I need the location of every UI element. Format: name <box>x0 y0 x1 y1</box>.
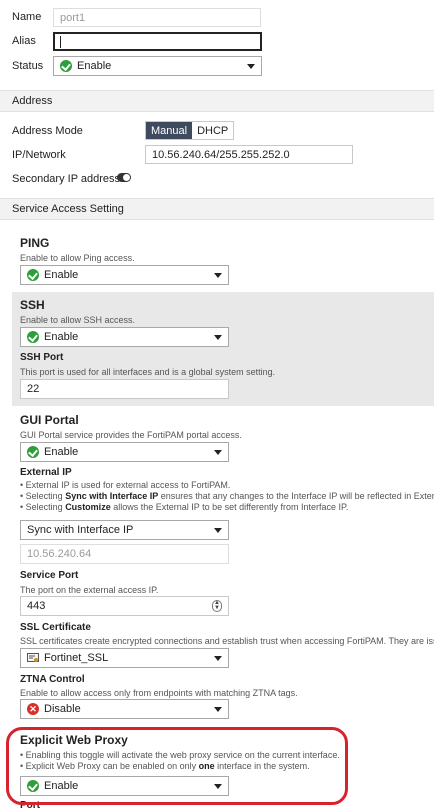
gui-portal-description: GUI Portal service provides the FortiPAM… <box>20 430 242 440</box>
external-ip-mode-select[interactable]: Sync with Interface IP <box>20 520 229 540</box>
alias-label: Alias <box>12 35 36 47</box>
service-port-description: The port on the external access IP. <box>20 585 159 595</box>
ssl-certificate-value: Fortinet_SSL <box>44 652 109 664</box>
check-circle-icon <box>60 60 72 72</box>
chevron-down-icon <box>214 706 222 712</box>
gui-portal-select[interactable]: Enable <box>20 442 229 462</box>
highlight-annotation <box>6 727 348 805</box>
address-section-title: Address <box>12 95 53 107</box>
status-select[interactable]: Enable <box>53 56 262 76</box>
external-ip-mode-value: Sync with Interface IP <box>27 524 134 536</box>
chevron-down-icon <box>214 334 222 340</box>
external-ip-title: External IP <box>20 467 72 478</box>
chevron-down-icon <box>214 655 222 661</box>
alias-input[interactable] <box>53 32 262 51</box>
service-port-value: 443 <box>27 600 46 612</box>
chevron-down-icon <box>214 527 222 533</box>
external-ip-bullet-3: Selecting Customize allows the External … <box>20 502 434 513</box>
check-circle-icon <box>27 331 39 343</box>
secondary-ip-label: Secondary IP address <box>12 173 121 185</box>
address-mode-manual[interactable]: Manual <box>146 122 193 139</box>
ping-title: PING <box>20 236 50 250</box>
address-mode-label: Address Mode <box>12 125 83 137</box>
gui-portal-title: GUI Portal <box>20 413 79 427</box>
check-circle-icon <box>27 446 39 458</box>
ztna-control-title: ZTNA Control <box>20 674 85 685</box>
text-caret <box>60 35 61 48</box>
external-ip-bullets: External IP is used for external access … <box>20 480 434 513</box>
ssh-select[interactable]: Enable <box>20 327 229 347</box>
address-section-header: Address <box>0 90 434 112</box>
check-circle-icon <box>27 269 39 281</box>
service-port-input[interactable]: 443 ▲ ▼ <box>20 596 229 616</box>
external-ip-input: 10.56.240.64 <box>20 544 229 564</box>
ssh-port-input[interactable]: 22 <box>20 379 229 399</box>
ztna-control-select[interactable]: ✕ Disable <box>20 699 229 719</box>
ssh-port-description: This port is used for all interfaces and… <box>20 367 276 377</box>
ssl-certificate-select[interactable]: Fortinet_SSL <box>20 648 229 668</box>
address-mode-dhcp[interactable]: DHCP <box>192 122 234 139</box>
name-field: port1 <box>53 8 261 27</box>
chevron-down-icon <box>247 63 255 69</box>
ztna-control-value: Disable <box>44 703 81 715</box>
spinner-icon[interactable]: ▲ ▼ <box>212 600 222 612</box>
address-mode-toggle[interactable]: Manual DHCP <box>145 121 235 140</box>
chevron-down-icon <box>214 272 222 278</box>
service-section-header: Service Access Setting <box>0 198 434 220</box>
external-ip-bullet-2: Selecting Sync with Interface IP ensures… <box>20 491 434 502</box>
name-value: port1 <box>60 11 86 24</box>
ssh-description: Enable to allow SSH access. <box>20 315 136 325</box>
ping-description: Enable to allow Ping access. <box>20 253 135 263</box>
ssl-certificate-description: SSL certificates create encrypted connec… <box>20 636 434 646</box>
ping-value: Enable <box>44 269 79 281</box>
ip-network-input[interactable]: 10.56.240.64/255.255.252.0 <box>145 145 353 164</box>
ssh-title: SSH <box>20 298 45 312</box>
status-label: Status <box>12 60 44 72</box>
ssh-port-value: 22 <box>27 383 40 395</box>
secondary-ip-toggle[interactable] <box>117 173 131 182</box>
ztna-control-description: Enable to allow access only from endpoin… <box>20 688 298 698</box>
ssl-certificate-title: SSL Certificate <box>20 622 91 633</box>
ip-network-value: 10.56.240.64/255.255.252.0 <box>152 148 290 161</box>
status-value: Enable <box>77 60 112 72</box>
name-label: Name <box>12 11 42 23</box>
gui-portal-value: Enable <box>44 446 79 458</box>
service-port-title: Service Port <box>20 570 79 581</box>
x-circle-icon: ✕ <box>27 703 39 715</box>
service-section-title: Service Access Setting <box>12 203 124 215</box>
ssh-port-title: SSH Port <box>20 352 64 363</box>
certificate-icon <box>27 652 39 662</box>
chevron-down-icon <box>214 449 222 455</box>
external-ip-bullet-1: External IP is used for external access … <box>20 480 434 491</box>
ssh-value: Enable <box>44 331 79 343</box>
ip-network-label: IP/Network <box>12 149 66 161</box>
ping-select[interactable]: Enable <box>20 265 229 285</box>
external-ip-value: 10.56.240.64 <box>27 548 92 560</box>
